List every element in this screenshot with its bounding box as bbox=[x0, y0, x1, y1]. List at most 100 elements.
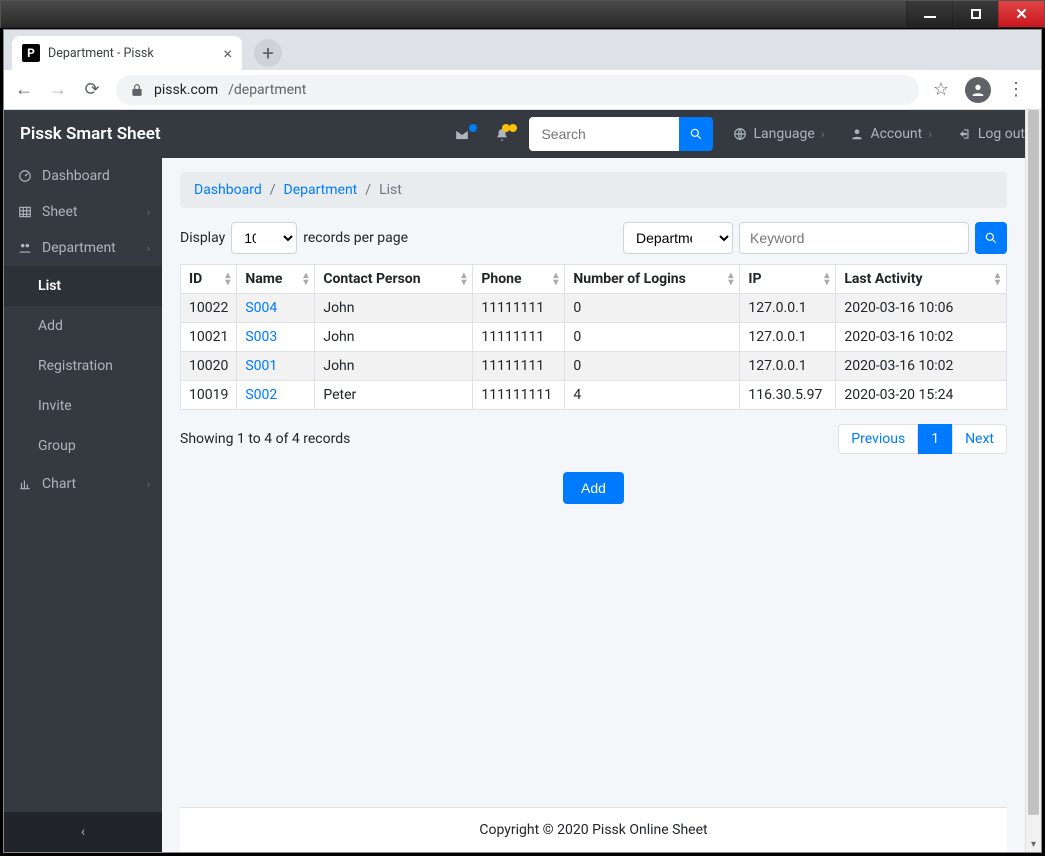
table-row[interactable]: 10021S003John111111110127.0.0.12020-03-1… bbox=[181, 323, 1007, 352]
url-host: pissk.com bbox=[154, 82, 218, 98]
page-scrollbar[interactable]: ▴ ▾ bbox=[1025, 110, 1041, 852]
browser-menu-icon[interactable]: ⋮ bbox=[1007, 79, 1025, 100]
favicon: P bbox=[22, 44, 40, 62]
sidebar-sub-group[interactable]: Group bbox=[4, 426, 162, 466]
col-id[interactable]: ID▴▾ bbox=[181, 265, 237, 294]
sort-icon: ▴▾ bbox=[553, 272, 558, 286]
nav-back-icon[interactable]: ← bbox=[14, 79, 34, 100]
logout-link[interactable]: Log out bbox=[958, 126, 1025, 142]
sidebar-item-department[interactable]: Department › bbox=[4, 230, 162, 266]
table-row[interactable]: 10022S004John111111110127.0.0.12020-03-1… bbox=[181, 294, 1007, 323]
filter-category-select[interactable]: Department bbox=[623, 222, 733, 254]
sidebar-collapse-button[interactable]: ‹ bbox=[4, 812, 162, 852]
nav-reload-icon[interactable]: ⟳ bbox=[82, 79, 102, 100]
col-last[interactable]: Last Activity▴▾ bbox=[836, 265, 1007, 294]
chevron-right-icon: › bbox=[821, 127, 825, 141]
sidebar-sub-list[interactable]: List bbox=[4, 266, 162, 306]
page-number-current[interactable]: 1 bbox=[918, 424, 952, 454]
cell-id: 10019 bbox=[181, 381, 237, 410]
cell-contact: John bbox=[315, 294, 473, 323]
brand-title: Pissk Smart Sheet bbox=[20, 124, 161, 144]
cell-logins: 0 bbox=[565, 294, 740, 323]
page-prev-button[interactable]: Previous bbox=[838, 424, 918, 454]
sidebar-item-chart[interactable]: Chart › bbox=[4, 466, 162, 502]
sidebar-item-dashboard[interactable]: Dashboard bbox=[4, 158, 162, 194]
topbar-search-input[interactable] bbox=[529, 117, 679, 151]
notifications-badge bbox=[509, 124, 517, 132]
nav-forward-icon[interactable]: → bbox=[48, 79, 68, 100]
url-bar[interactable]: pissk.com/department bbox=[116, 75, 919, 105]
logout-label: Log out bbox=[978, 126, 1025, 142]
browser-window: P Department - Pissk × + ← → ⟳ pissk.com… bbox=[3, 29, 1042, 853]
cell-logins: 0 bbox=[565, 323, 740, 352]
cell-contact: John bbox=[315, 323, 473, 352]
cell-phone: 111111111 bbox=[473, 381, 565, 410]
cell-name[interactable]: S002 bbox=[237, 381, 315, 410]
sort-icon: ▴▾ bbox=[728, 272, 733, 286]
cell-phone: 11111111 bbox=[473, 352, 565, 381]
browser-tab-active[interactable]: P Department - Pissk × bbox=[12, 36, 242, 70]
chevron-right-icon: › bbox=[928, 127, 932, 141]
col-contact[interactable]: Contact Person▴▾ bbox=[315, 265, 473, 294]
breadcrumb-separator: / bbox=[270, 182, 276, 198]
cell-name[interactable]: S001 bbox=[237, 352, 315, 381]
cell-id: 10020 bbox=[181, 352, 237, 381]
tab-title: Department - Pissk bbox=[48, 46, 215, 61]
cell-ip: 127.0.0.1 bbox=[740, 294, 836, 323]
table-row[interactable]: 10019S002Peter1111111114116.30.5.972020-… bbox=[181, 381, 1007, 410]
sort-icon: ▴▾ bbox=[995, 272, 1000, 286]
app-root: ▴ ▾ Pissk Smart Sheet bbox=[4, 110, 1041, 852]
breadcrumb-link-department[interactable]: Department bbox=[284, 182, 358, 198]
keyword-input[interactable] bbox=[739, 222, 969, 254]
account-menu[interactable]: Account › bbox=[850, 126, 931, 142]
lock-icon bbox=[130, 82, 144, 97]
cell-logins: 4 bbox=[565, 381, 740, 410]
breadcrumb-current: List bbox=[379, 182, 402, 198]
table-row[interactable]: 10020S001John111111110127.0.0.12020-03-1… bbox=[181, 352, 1007, 381]
per-page-select[interactable]: 10 bbox=[231, 222, 297, 254]
sidebar-item-sheet[interactable]: Sheet › bbox=[4, 194, 162, 230]
tab-close-icon[interactable]: × bbox=[223, 44, 232, 63]
sort-icon: ▴▾ bbox=[225, 272, 230, 286]
col-name[interactable]: Name▴▾ bbox=[237, 265, 315, 294]
browser-toolbar: ← → ⟳ pissk.com/department ☆ ⋮ bbox=[4, 70, 1041, 110]
col-ip[interactable]: IP▴▾ bbox=[740, 265, 836, 294]
new-tab-button[interactable]: + bbox=[254, 39, 282, 67]
cell-id: 10021 bbox=[181, 323, 237, 352]
cell-phone: 11111111 bbox=[473, 294, 565, 323]
col-logins[interactable]: Number of Logins▴▾ bbox=[565, 265, 740, 294]
cell-ip: 127.0.0.1 bbox=[740, 323, 836, 352]
bookmark-star-icon[interactable]: ☆ bbox=[933, 79, 949, 100]
language-label: Language bbox=[753, 126, 814, 142]
os-maximize-button[interactable] bbox=[952, 1, 998, 27]
keyword-search-button[interactable] bbox=[975, 222, 1007, 254]
page-next-button[interactable]: Next bbox=[952, 424, 1007, 454]
topbar-search-button[interactable] bbox=[679, 117, 713, 151]
sidebar-sub-invite[interactable]: Invite bbox=[4, 386, 162, 426]
app-topbar: Pissk Smart Sheet bbox=[4, 110, 1041, 158]
cell-last: 2020-03-16 10:02 bbox=[836, 323, 1007, 352]
cell-name[interactable]: S004 bbox=[237, 294, 315, 323]
os-titlebar[interactable]: ✕ bbox=[0, 0, 1045, 28]
sidebar-sub-registration[interactable]: Registration bbox=[4, 346, 162, 386]
messages-icon[interactable] bbox=[455, 125, 469, 143]
sort-icon: ▴▾ bbox=[824, 272, 829, 286]
sidebar-label: Chart bbox=[42, 476, 76, 492]
notifications-icon[interactable] bbox=[495, 125, 509, 143]
os-close-button[interactable]: ✕ bbox=[998, 1, 1044, 27]
url-path: /department bbox=[228, 82, 306, 98]
browser-tabstrip: P Department - Pissk × + bbox=[4, 30, 1041, 70]
os-minimize-button[interactable] bbox=[906, 1, 952, 27]
col-phone[interactable]: Phone▴▾ bbox=[473, 265, 565, 294]
cell-last: 2020-03-16 10:06 bbox=[836, 294, 1007, 323]
sidebar-sub-add[interactable]: Add bbox=[4, 306, 162, 346]
scroll-down-icon[interactable]: ▾ bbox=[1026, 836, 1041, 852]
add-button[interactable]: Add bbox=[563, 472, 624, 504]
scroll-thumb[interactable] bbox=[1028, 110, 1039, 815]
language-menu[interactable]: Language › bbox=[733, 126, 824, 142]
footer: Copyright © 2020 Pissk Online Sheet bbox=[180, 807, 1007, 852]
breadcrumb-separator: / bbox=[365, 182, 371, 198]
cell-name[interactable]: S003 bbox=[237, 323, 315, 352]
profile-avatar-icon[interactable] bbox=[965, 77, 991, 103]
breadcrumb-link-dashboard[interactable]: Dashboard bbox=[194, 182, 262, 198]
